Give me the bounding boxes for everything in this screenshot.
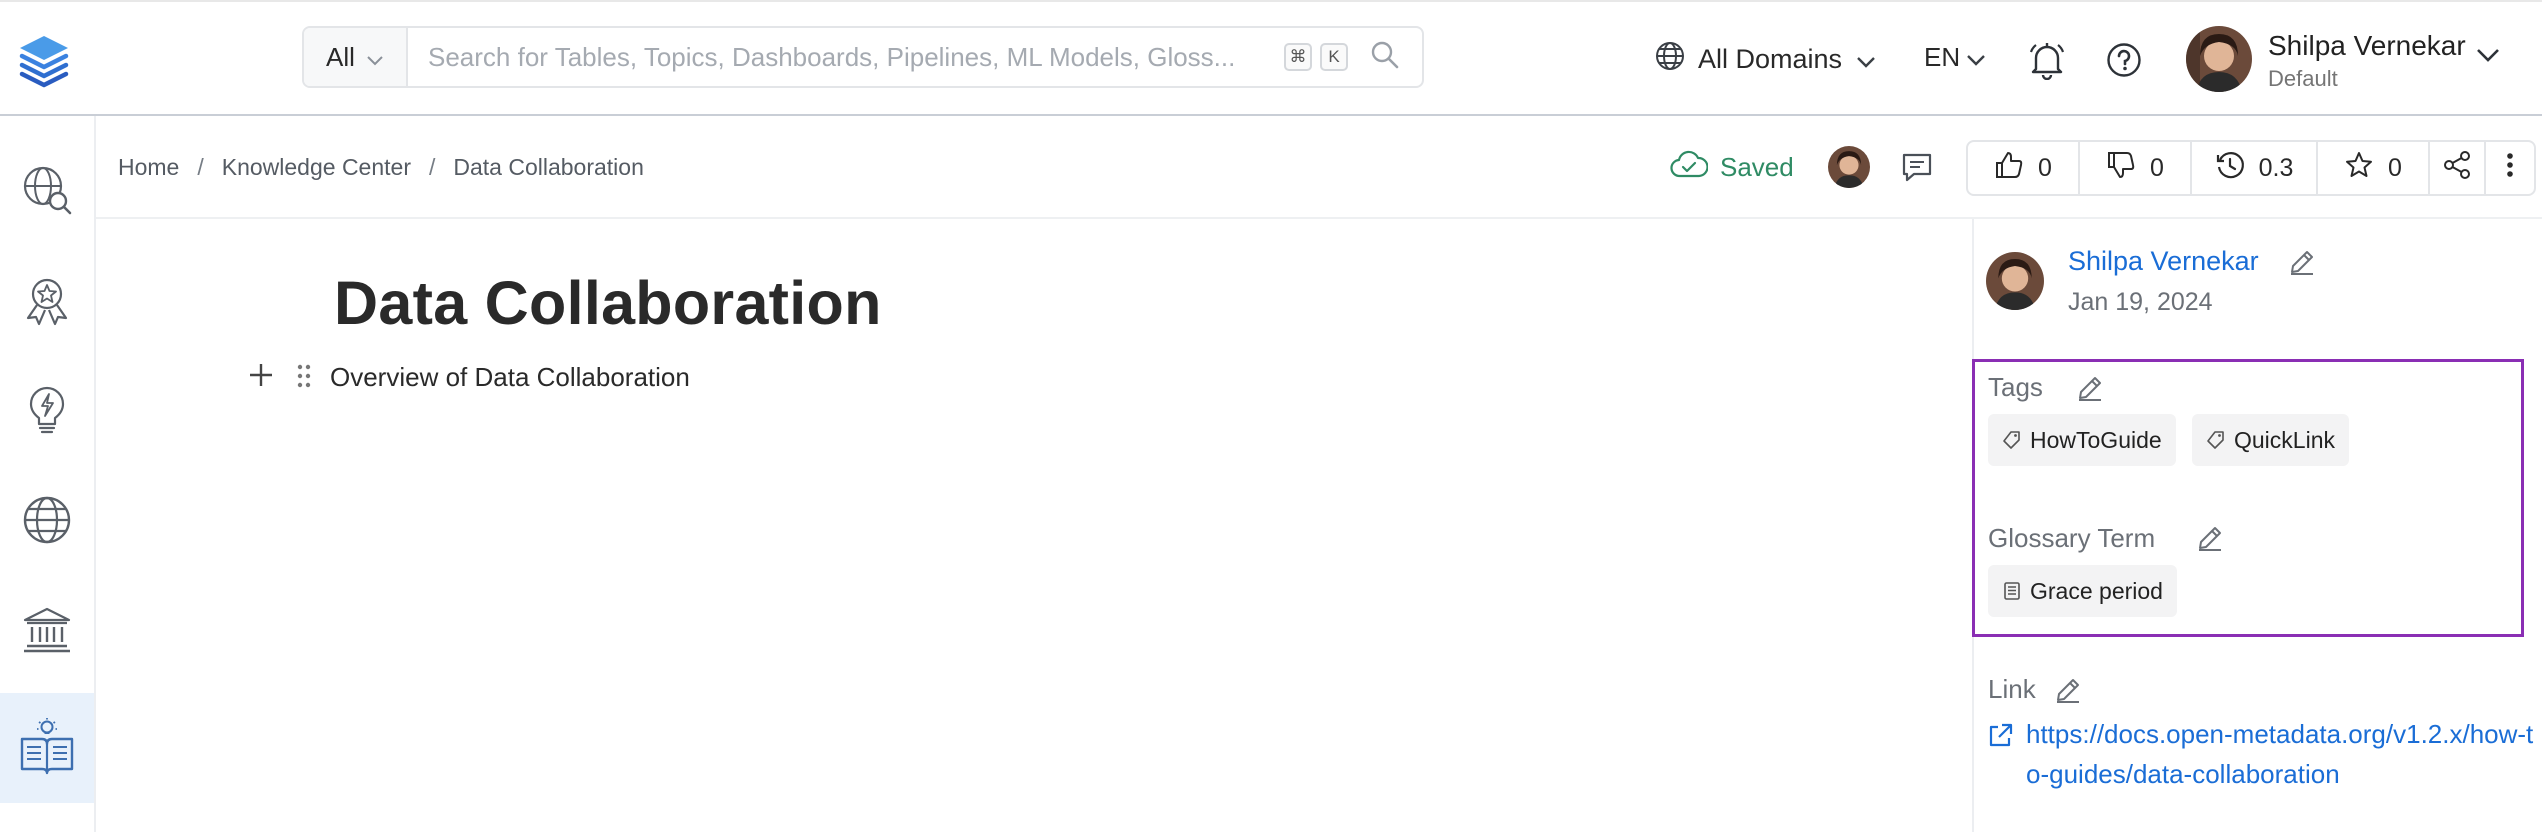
sidebar-item-explore[interactable]	[0, 137, 94, 247]
owner-avatar[interactable]	[1828, 146, 1870, 188]
chevron-down-icon	[367, 42, 383, 73]
search-input[interactable]	[408, 28, 1284, 86]
edit-glossary-pencil-icon[interactable]	[2196, 524, 2224, 557]
breadcrumb: Home / Knowledge Center / Data Collabora…	[118, 154, 644, 181]
add-block-plus-icon[interactable]	[248, 362, 274, 393]
breadcrumb-separator: /	[428, 154, 436, 180]
follow-count: 0	[2388, 153, 2402, 182]
upvote-button[interactable]: 0	[1968, 142, 2080, 194]
share-button[interactable]	[2430, 142, 2486, 194]
sidebar-item-knowledge-center[interactable]	[0, 693, 94, 803]
tags-label: Tags	[1988, 372, 2043, 402]
external-link-icon[interactable]	[1986, 722, 2014, 755]
thumbs-down-icon	[2106, 150, 2136, 187]
more-options-button[interactable]	[2486, 142, 2534, 194]
link-label: Link	[1988, 674, 2036, 704]
domains-dropdown[interactable]: All Domains	[1654, 40, 1876, 79]
user-role: Default	[2268, 66, 2338, 91]
tag-icon	[2206, 430, 2226, 450]
sidebar-item-domains[interactable]	[0, 467, 94, 577]
shortcut-cmd-key: ⌘	[1284, 43, 1312, 71]
tag-chip[interactable]: HowToGuide	[1988, 414, 2176, 466]
downvote-button[interactable]: 0	[2080, 142, 2192, 194]
header-divider	[96, 217, 2542, 219]
edit-link-pencil-icon[interactable]	[2054, 676, 2082, 709]
language-label: EN	[1924, 42, 1961, 72]
tag-label: QuickLink	[2234, 426, 2335, 453]
sidebar-item-insights[interactable]	[0, 357, 94, 467]
upvote-count: 0	[2038, 153, 2052, 182]
domains-globe-icon	[21, 494, 73, 551]
drag-handle-icon[interactable]	[296, 363, 312, 394]
follow-button[interactable]: 0	[2318, 142, 2430, 194]
chevron-down-icon	[1856, 44, 1876, 75]
comment-icon[interactable]	[1900, 150, 1934, 189]
owner-name-link[interactable]: Shilpa Vernekar	[2068, 246, 2259, 277]
thumbs-up-icon	[1994, 150, 2024, 187]
history-icon	[2215, 150, 2245, 187]
explore-globe-search-icon	[21, 164, 73, 221]
glossary-book-icon	[2002, 581, 2022, 601]
edit-tags-pencil-icon[interactable]	[2076, 374, 2104, 407]
version-number: 0.3	[2258, 153, 2294, 182]
breadcrumb-current-page: Data Collaboration	[453, 154, 644, 180]
updated-date: Jan 19, 2024	[2068, 288, 2213, 316]
top-navbar: All ⌘ K All Domains EN Shilp	[0, 0, 2542, 116]
chevron-down-icon[interactable]	[2476, 48, 2500, 67]
saved-label: Saved	[1720, 152, 1794, 182]
entity-actions: 0 0 0.3 0	[1966, 140, 2536, 196]
page-title[interactable]: Data Collaboration	[334, 268, 882, 338]
glossary-term-label: Glossary Term	[1988, 523, 2156, 553]
edit-owner-pencil-icon[interactable]	[2288, 248, 2316, 281]
tag-icon	[2002, 430, 2022, 450]
more-vertical-icon	[2505, 150, 2515, 187]
quality-badge-icon	[21, 274, 73, 331]
chevron-down-icon	[1966, 42, 1986, 73]
share-icon	[2442, 150, 2472, 187]
search-icon[interactable]	[1370, 40, 1400, 75]
knowledge-book-icon	[18, 717, 76, 780]
global-search: All ⌘ K	[302, 26, 1424, 88]
document-paragraph[interactable]: Overview of Data Collaboration	[330, 362, 690, 393]
breadcrumb-knowledge-center[interactable]: Knowledge Center	[222, 154, 411, 181]
cloud-check-icon	[1670, 150, 1709, 185]
globe-icon	[1654, 40, 1686, 79]
owner-avatar[interactable]	[1986, 252, 2044, 310]
search-scope-dropdown[interactable]: All	[304, 28, 408, 86]
saved-status: Saved	[1670, 150, 1794, 185]
version-history-button[interactable]: 0.3	[2192, 142, 2318, 194]
sidebar-item-data-quality[interactable]	[0, 247, 94, 357]
breadcrumb-home[interactable]: Home	[118, 154, 179, 181]
sidebar-item-governance[interactable]	[0, 577, 94, 687]
language-dropdown[interactable]: EN	[1924, 42, 1986, 73]
shortcut-k-key: K	[1320, 43, 1348, 71]
left-sidebar	[0, 116, 96, 832]
help-question-icon[interactable]	[2106, 42, 2142, 83]
insights-bulb-icon	[21, 384, 73, 441]
glossary-term-text: Grace period	[2030, 577, 2163, 604]
downvote-count: 0	[2150, 153, 2164, 182]
notifications-bell-icon[interactable]	[2028, 40, 2066, 85]
breadcrumb-separator: /	[197, 154, 204, 180]
user-avatar[interactable]	[2186, 26, 2252, 92]
documentation-link[interactable]: https://docs.open-metadata.org/v1.2.x/ho…	[2026, 714, 2536, 794]
tag-label: HowToGuide	[2030, 426, 2162, 453]
user-name[interactable]: Shilpa Vernekar	[2268, 30, 2466, 62]
search-scope-label: All	[326, 41, 355, 72]
app-logo-icon[interactable]	[14, 30, 74, 90]
star-icon	[2344, 150, 2374, 187]
tag-chip[interactable]: QuickLink	[2192, 414, 2349, 466]
domains-label: All Domains	[1698, 44, 1843, 74]
glossary-term-chip[interactable]: Grace period	[1988, 565, 2177, 617]
governance-bank-icon	[21, 604, 73, 661]
